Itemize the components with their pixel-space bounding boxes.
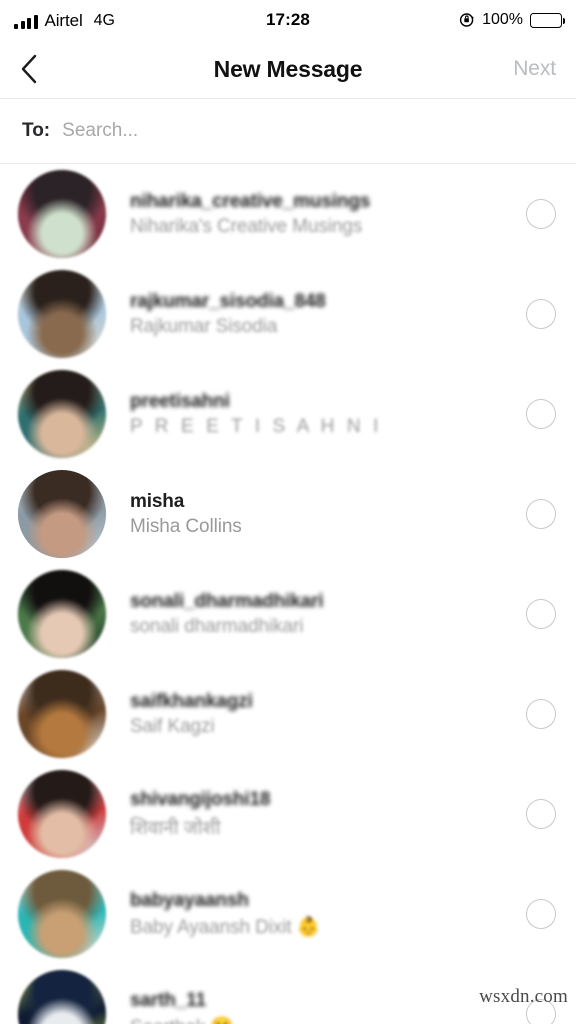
select-user-radio[interactable] — [526, 399, 556, 429]
username-label: preetisahni — [130, 390, 230, 412]
list-item[interactable]: babyayaansh Baby Ayaansh Dixit 👶 — [0, 864, 576, 964]
carrier-label: Airtel — [44, 10, 83, 30]
list-item[interactable]: shivangijoshi18 शिवानी जोशी — [0, 764, 576, 864]
fullname-label: Saif Kagzi — [130, 715, 215, 737]
clock-label: 17:28 — [266, 10, 310, 29]
fullname-label: sonali dharmadhikari — [130, 615, 304, 637]
avatar — [18, 170, 106, 258]
select-user-radio[interactable] — [526, 599, 556, 629]
avatar — [18, 470, 106, 558]
list-item[interactable]: sonali_dharmadhikarisonali dharmadhikari — [0, 564, 576, 664]
select-user-radio[interactable] — [526, 999, 556, 1024]
select-user-radio[interactable] — [526, 699, 556, 729]
select-user-radio[interactable] — [526, 199, 556, 229]
list-item[interactable]: preetisahni P R E E T I S A H N I — [0, 364, 576, 464]
page-title: New Message — [213, 55, 363, 82]
avatar — [18, 670, 106, 758]
select-user-radio[interactable] — [526, 299, 556, 329]
fullname-label: P R E E T I S A H N I — [130, 415, 382, 437]
chevron-left-icon — [20, 54, 38, 84]
username-label: sarth_11 — [130, 989, 206, 1011]
select-user-radio[interactable] — [526, 899, 556, 929]
user-text-block: shivangijoshi18 शिवानी जोशी — [130, 789, 512, 840]
avatar — [18, 270, 106, 358]
list-item[interactable]: niharika_creative_musings Niharika's Crea… — [0, 164, 576, 264]
list-item[interactable]: sarth_11 Saarthak 😄 — [0, 964, 576, 1024]
user-text-block: sarth_11 Saarthak 😄 — [130, 990, 512, 1024]
recipient-search-row[interactable]: To: — [0, 99, 576, 163]
battery-full-icon — [530, 12, 566, 28]
user-text-block: babyayaansh Baby Ayaansh Dixit 👶 — [130, 890, 512, 939]
username-label: niharika_creative_musings — [130, 190, 371, 212]
suggested-users-list: niharika_creative_musings Niharika's Crea… — [0, 164, 576, 1024]
list-item[interactable]: rajkumar_sisodia_848 Rajkumar Sisodia — [0, 264, 576, 364]
list-item[interactable]: saifkhankagzi Saif Kagzi — [0, 664, 576, 764]
avatar — [18, 870, 106, 958]
select-user-radio[interactable] — [526, 499, 556, 529]
fullname-label: Rajkumar Sisodia — [130, 315, 278, 337]
username-label: rajkumar_sisodia_848 — [130, 290, 326, 312]
username-label: misha — [130, 490, 185, 512]
to-label: To: — [22, 120, 51, 141]
battery-percent-label: 100% — [482, 11, 523, 28]
username-label: babyayaansh — [130, 889, 249, 911]
next-button[interactable]: Next — [513, 57, 576, 81]
fullname-label: Baby Ayaansh Dixit 👶 — [130, 916, 321, 938]
username-label: shivangijoshi18 — [130, 788, 271, 810]
fullname-label: Saarthak 😄 — [130, 1015, 512, 1024]
new-message-screen: Airtel 4G 17:28 100% New Message Next To… — [0, 0, 576, 1024]
search-input[interactable] — [62, 120, 554, 142]
username-label: saifkhankagzi — [130, 690, 253, 712]
fullname-label: शिवानी जोशी — [130, 817, 221, 839]
select-user-radio[interactable] — [526, 799, 556, 829]
list-item[interactable]: misha Misha Collins — [0, 464, 576, 564]
user-text-block: preetisahni P R E E T I S A H N I — [130, 391, 512, 438]
back-button[interactable] — [0, 40, 58, 98]
avatar — [18, 370, 106, 458]
status-bar-left: Airtel 4G — [14, 12, 115, 29]
rotation-lock-icon — [459, 12, 475, 28]
fullname-label: Misha Collins — [130, 515, 242, 537]
status-bar: Airtel 4G 17:28 100% — [0, 0, 576, 40]
fullname-label: Niharika's Creative Musings — [130, 215, 363, 237]
network-type-label: 4G — [93, 11, 115, 29]
user-text-block: saifkhankagzi Saif Kagzi — [130, 691, 512, 738]
avatar — [18, 970, 106, 1024]
avatar — [18, 570, 106, 658]
user-text-block: niharika_creative_musings Niharika's Crea… — [130, 191, 512, 238]
user-text-block: misha Misha Collins — [130, 491, 512, 538]
signal-bars-icon — [14, 14, 38, 29]
status-bar-right: 100% — [459, 11, 566, 29]
navigation-bar: New Message Next — [0, 40, 576, 98]
avatar — [18, 770, 106, 858]
user-text-block: rajkumar_sisodia_848 Rajkumar Sisodia — [130, 291, 512, 338]
user-text-block: sonali_dharmadhikarisonali dharmadhikari — [130, 591, 512, 638]
username-label: sonali_dharmadhikari — [130, 590, 324, 612]
